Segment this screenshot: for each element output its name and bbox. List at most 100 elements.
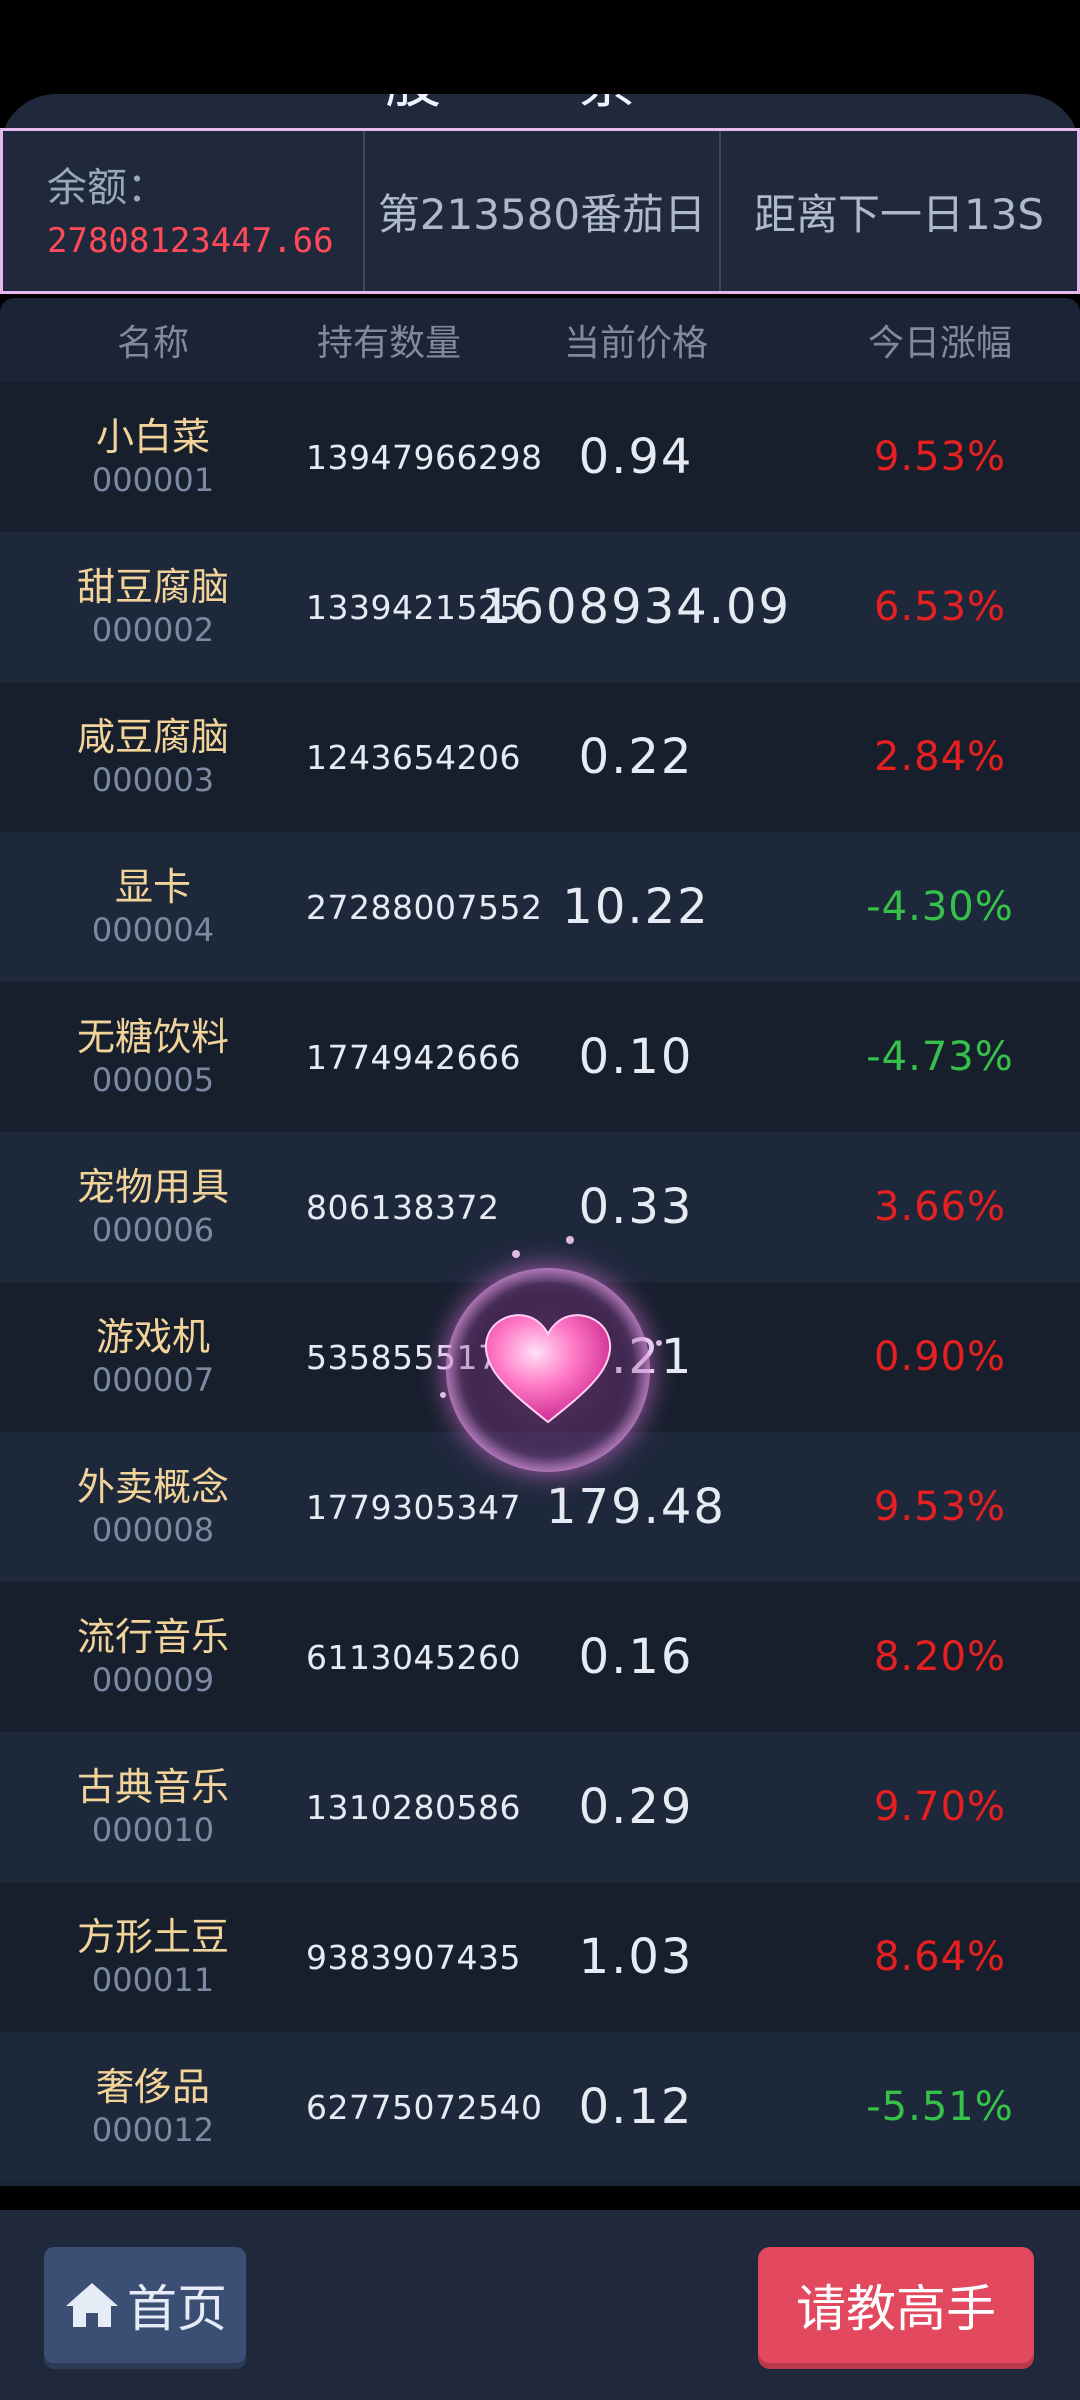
stock-name-cell: 奢侈品 000012 [0, 2064, 306, 2150]
day-section: 第213580番茄日 [363, 131, 721, 291]
header-divider-bottom [0, 291, 1080, 294]
stock-name-cell: 甜豆腐脑 000002 [0, 564, 306, 650]
current-price: 0.22 [578, 729, 694, 785]
current-price: 1.03 [578, 1929, 694, 1985]
holding-quantity: 13947966298 [306, 437, 543, 477]
heart-icon [484, 1314, 612, 1424]
daily-change: 0.90% [873, 1334, 1007, 1380]
daily-change: 3.66% [873, 1184, 1007, 1230]
daily-change: 8.64% [873, 1934, 1007, 1980]
home-icon [66, 2283, 118, 2327]
table-row[interactable]: 甜豆腐脑 000002 1339421525 1608934.09 6.53% [0, 532, 1080, 682]
stock-screen: 股 票 余额： 27808123447.66 第213580番茄日 距离下一日1… [0, 0, 1080, 2400]
table-row[interactable]: 宠物用具 000006 806138372 0.33 3.66% [0, 1132, 1080, 1282]
current-price: 0.33 [578, 1179, 694, 1235]
sparkle [440, 1392, 446, 1398]
table-row[interactable]: 古典音乐 000010 1310280586 0.29 9.70% [0, 1732, 1080, 1882]
holding-quantity: 6113045260 [306, 1637, 521, 1677]
stock-name: 小白菜 [95, 415, 210, 459]
daily-change: -4.30% [866, 884, 1014, 930]
stock-name-cell: 宠物用具 000006 [0, 1164, 306, 1250]
stock-name: 方形土豆 [76, 1915, 229, 1959]
table-row[interactable]: 奢侈品 000012 62775072540 0.12 -5.51% [0, 2032, 1080, 2182]
table-row[interactable]: 显卡 000004 27288007552 10.22 -4.30% [0, 832, 1080, 982]
stock-code: 000012 [91, 2111, 215, 2149]
stock-name: 宠物用具 [76, 1165, 229, 1209]
stock-name: 无糖饮料 [76, 1015, 229, 1059]
current-price: 0.12 [578, 2079, 694, 2135]
stock-name: 甜豆腐脑 [76, 565, 229, 609]
daily-change: -5.51% [866, 2084, 1014, 2130]
table-row[interactable]: 咸豆腐脑 000003 1243654206 0.22 2.84% [0, 682, 1080, 832]
daily-change: 9.53% [873, 1484, 1007, 1530]
stock-name-cell: 游戏机 000007 [0, 1314, 306, 1400]
balance-value: 27808123447.66 [47, 221, 334, 261]
holding-quantity: 1774942666 [306, 1037, 521, 1077]
table-row[interactable]: 无糖饮料 000005 1774942666 0.10 -4.73% [0, 982, 1080, 1132]
current-price: 0.10 [578, 1029, 694, 1085]
stock-name-cell: 流行音乐 000009 [0, 1614, 306, 1700]
next-day-countdown: 距离下一日13S [753, 189, 1045, 239]
stock-name-cell: 显卡 000004 [0, 864, 306, 950]
table-row[interactable]: 流行音乐 000009 6113045260 0.16 8.20% [0, 1582, 1080, 1732]
table-row[interactable]: 小白菜 000001 13947966298 0.94 9.53% [0, 382, 1080, 532]
stock-name: 显卡 [114, 865, 191, 909]
day-counter: 第213580番茄日 [377, 189, 707, 239]
daily-change: -4.73% [866, 1034, 1014, 1080]
daily-change: 8.20% [873, 1634, 1007, 1680]
sparkle [512, 1250, 520, 1258]
current-price: 179.48 [546, 1479, 726, 1535]
column-header-change: 今日涨幅 [867, 323, 1012, 364]
stock-name: 咸豆腐脑 [76, 715, 229, 759]
current-price: 0.29 [578, 1779, 694, 1835]
current-price: 1608934.09 [480, 579, 792, 635]
next-day-section: 距离下一日13S [721, 131, 1077, 291]
stock-code: 000006 [91, 1211, 215, 1249]
stock-name: 古典音乐 [76, 1765, 229, 1809]
current-price: 0.94 [578, 429, 694, 485]
bottom-bar: 首页 请教高手 [0, 2210, 1080, 2400]
stock-name: 奢侈品 [95, 2065, 210, 2109]
column-header-name: 名称 [116, 323, 189, 364]
floating-heart-button[interactable] [446, 1268, 650, 1472]
daily-change: 9.53% [873, 434, 1007, 480]
ask-expert-button[interactable]: 请教高手 [758, 2247, 1034, 2363]
stock-name-cell: 古典音乐 000010 [0, 1764, 306, 1850]
info-bar: 余额： 27808123447.66 第213580番茄日 距离下一日13S [0, 131, 1080, 291]
home-button[interactable]: 首页 [44, 2247, 246, 2363]
holding-quantity: 62775072540 [306, 2087, 543, 2127]
balance-section: 余额： 27808123447.66 [3, 131, 363, 291]
holding-quantity: 1339421525 [306, 587, 521, 627]
holding-quantity: 1779305347 [306, 1487, 521, 1527]
stock-code: 000010 [91, 1811, 215, 1849]
holding-quantity: 1310280586 [306, 1787, 521, 1827]
holding-quantity: 806138372 [306, 1187, 500, 1227]
stock-code: 000007 [91, 1361, 215, 1399]
stock-name-cell: 方形土豆 000011 [0, 1914, 306, 2000]
column-header-price: 当前价格 [563, 323, 708, 364]
stock-code: 000005 [91, 1061, 215, 1099]
stock-code: 000009 [91, 1661, 215, 1699]
stock-name: 游戏机 [95, 1315, 210, 1359]
stock-code: 000003 [91, 761, 215, 799]
sparkle [566, 1236, 574, 1244]
balance-label: 余额： [47, 165, 167, 211]
holding-quantity: 9383907435 [306, 1937, 521, 1977]
ask-expert-label: 请教高手 [796, 2280, 996, 2338]
stock-name-cell: 咸豆腐脑 000003 [0, 714, 306, 800]
table-row[interactable]: 方形土豆 000011 9383907435 1.03 8.64% [0, 1882, 1080, 2032]
stock-name-cell: 外卖概念 000008 [0, 1464, 306, 1550]
daily-change: 2.84% [873, 734, 1007, 780]
current-price: 0.16 [578, 1629, 694, 1685]
holding-quantity: 27288007552 [306, 887, 543, 927]
stock-code: 000004 [91, 911, 215, 949]
current-price: 10.22 [562, 879, 710, 935]
stock-code: 000001 [91, 461, 215, 499]
sparkle [656, 1340, 662, 1346]
table-header: 名称 持有数量 当前价格 今日涨幅 [0, 298, 1080, 385]
stock-code: 000011 [91, 1961, 215, 1999]
stock-code: 000002 [91, 611, 215, 649]
stock-name-cell: 无糖饮料 000005 [0, 1014, 306, 1100]
column-header-hold: 持有数量 [316, 323, 461, 364]
holding-quantity: 1243654206 [306, 737, 521, 777]
